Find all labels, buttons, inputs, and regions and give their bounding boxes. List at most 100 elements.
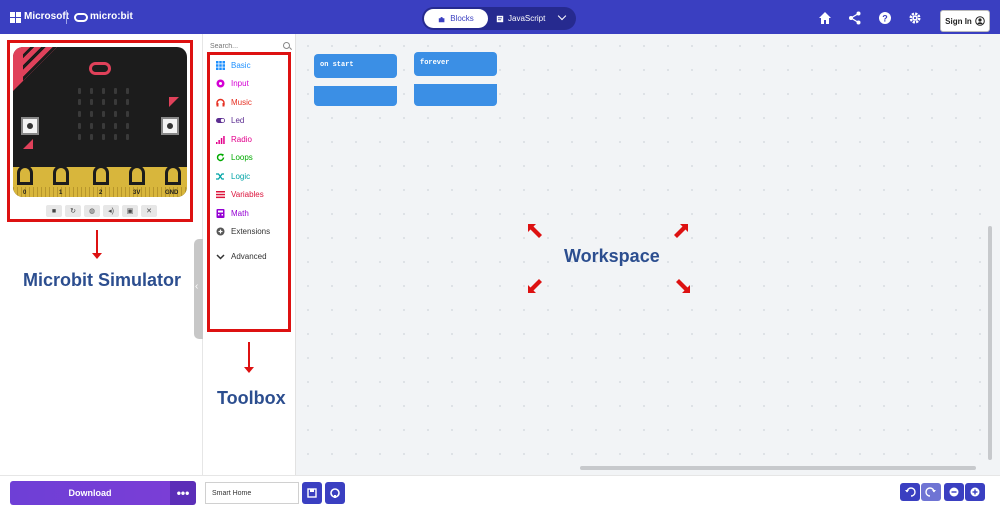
block-notch [326,78,352,86]
led-pixel [125,134,129,141]
vertical-scrollbar[interactable] [988,226,992,460]
download-label: Download [68,488,112,498]
toolbox-category-label: Led [231,116,245,125]
gear-icon[interactable] [908,11,922,25]
brand-microbit[interactable]: micro:bit [90,11,133,22]
toolbox-category-label: Math [231,208,249,218]
github-button[interactable] [325,482,345,504]
save-button[interactable] [302,482,322,504]
pin-0[interactable] [17,165,33,185]
board-logo-icon[interactable] [89,62,111,75]
toolbox-category-label: Music [231,97,252,107]
led-pixel [77,122,81,129]
pin-1[interactable] [53,165,69,185]
toolbox-category-music[interactable]: Music [216,94,252,110]
toolbox-category-label: Radio [231,134,252,144]
stop-icon[interactable]: ■ [46,205,62,217]
toolbox-category-loops[interactable]: Loops [216,150,253,166]
project-name-input[interactable] [205,482,299,504]
led-pixel [101,110,105,117]
toolbox-annotation: Toolbox [217,388,286,408]
javascript-mode-button[interactable]: JavaScript [496,9,560,28]
board-stripes-decoration [23,47,63,87]
user-icon [975,16,985,26]
home-icon[interactable] [818,11,832,25]
zoom-out-button[interactable] [944,483,964,501]
led-pixel [77,87,81,94]
blocks-mode-label: Blocks [450,14,474,23]
download-button[interactable]: Download [10,481,170,505]
grid-icon [216,60,225,70]
horizontal-scrollbar[interactable] [580,466,976,470]
toolbox-category-label: Extensions [231,227,271,236]
toolbox-category-radio[interactable]: Radio [216,131,252,147]
on-start-block[interactable]: on start [314,54,397,78]
toolbox-category-variables[interactable]: Variables [216,187,264,203]
editor-mode-toggle: Blocks JavaScript [422,7,576,30]
simulator-annotation: Microbit Simulator [23,270,182,290]
toolbox-search-input[interactable] [210,40,292,52]
restart-icon[interactable]: ↻ [65,205,81,217]
makecode-editor: Microsoft micro:bit Blocks JavaScript ? … [0,0,1000,515]
undo-icon [905,487,916,497]
list-icon [216,191,225,199]
bottom-toolbar: Download ••• [0,475,1000,515]
sign-in-button[interactable]: Sign In [940,10,990,32]
block-notch [426,76,452,84]
share-icon[interactable] [848,11,862,25]
pin-gnd[interactable] [165,165,181,185]
blocks-mode-button[interactable]: Blocks [424,9,488,28]
redo-button[interactable] [921,483,941,501]
search-icon[interactable] [283,42,290,49]
plus-circle-icon [216,227,225,236]
board-button-a[interactable] [21,117,39,135]
sound-icon[interactable]: ◂) [103,205,119,217]
microbit-logo-icon [74,13,88,22]
toolbox-category-advanced[interactable]: Advanced [216,248,267,264]
shuffle-icon [216,172,224,180]
led-pixel [113,87,117,94]
toolbox-category-led[interactable]: Led [216,113,244,129]
toolbox-category-label: Advanced [231,251,267,261]
brand-microsoft[interactable]: Microsoft [24,11,69,22]
signal-icon [216,135,225,144]
on-start-block-bottom[interactable] [314,86,397,106]
forever-block[interactable]: forever [414,52,497,76]
arrow-down-right-icon [676,279,690,293]
led-pixel [101,134,105,141]
forever-block-bottom[interactable] [414,84,497,106]
led-pixel [113,134,117,141]
plus-circle-icon [970,487,980,497]
led-pixel [125,110,129,117]
debug-icon[interactable]: ◍ [84,205,100,217]
led-pixel [125,87,129,94]
led-pixel [113,110,117,117]
toolbox-category-logic[interactable]: Logic [216,168,250,184]
pin-3v[interactable] [129,165,145,185]
brand-divider [66,10,67,24]
screenshot-icon[interactable]: ▣ [122,205,138,217]
toolbox-category-extensions[interactable]: Extensions [216,224,270,240]
zoom-in-button[interactable] [965,483,985,501]
help-icon[interactable]: ? [878,11,892,25]
led-pixel [101,87,105,94]
arrow-up-left-icon [528,224,542,238]
toolbox-category-math[interactable]: Math [216,205,249,221]
code-file-icon [496,15,504,22]
blocks-workspace[interactable]: on start forever Workspace [296,34,1000,475]
led-pixel [89,87,93,94]
led-pixel [89,122,93,129]
download-more-button[interactable]: ••• [170,481,196,505]
toolbox-category-input[interactable]: Input [216,76,249,92]
board-button-b[interactable] [161,117,179,135]
pin-2[interactable] [93,165,109,185]
toolbox-category-basic[interactable]: Basic [216,57,251,73]
fullscreen-exit-icon[interactable]: ✕ [141,205,157,217]
arrow-down-left-icon [528,279,542,293]
led-pixel [77,110,81,117]
undo-button[interactable] [900,483,920,501]
microbit-board[interactable]: 0 1 2 3V GND [13,47,187,197]
toolbox-category-label: Loops [231,153,253,162]
javascript-mode-label: JavaScript [508,14,546,23]
pin-label: 3V [133,190,141,196]
